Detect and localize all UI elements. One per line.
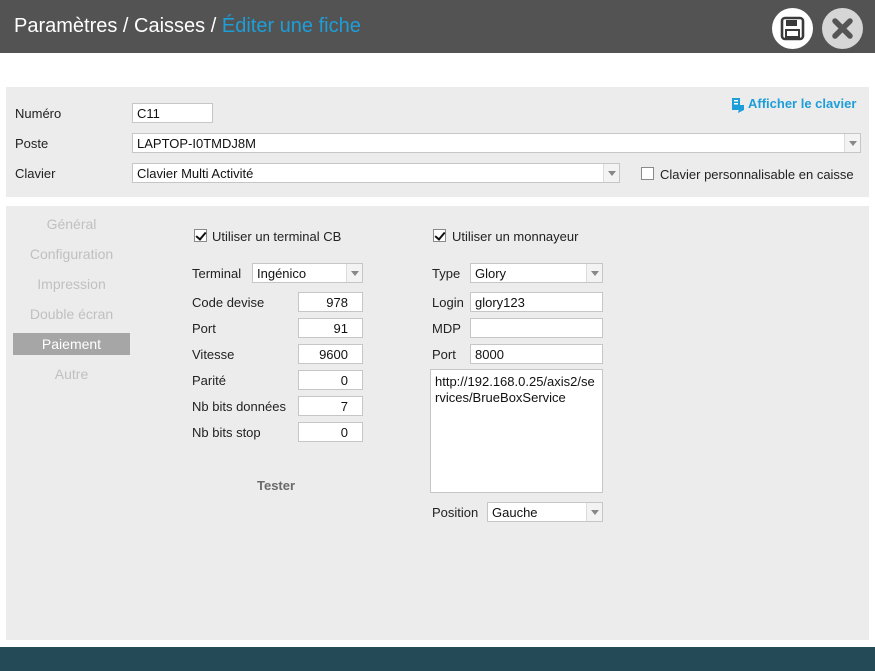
code-devise-label: Code devise xyxy=(192,295,265,310)
breadcrumb-current: Éditer une fiche xyxy=(221,15,361,37)
use-cash-changer-label: Utiliser un monnayeur xyxy=(452,229,579,244)
footer-bar xyxy=(0,647,875,671)
tester-button[interactable]: Tester xyxy=(257,478,295,493)
poste-select[interactable]: LAPTOP-I0TMDJ8M xyxy=(132,133,861,153)
title-bar: Paramètres / Caisses / Éditer une fiche xyxy=(0,0,875,53)
nav-item-general[interactable]: Général xyxy=(13,213,130,235)
position-value: Gauche xyxy=(492,505,538,520)
custom-keyboard-label: Clavier personnalisable en caisse xyxy=(660,167,854,182)
close-x-icon xyxy=(832,18,853,39)
terminal-label: Terminal xyxy=(192,266,242,281)
nav-item-double-ecran[interactable]: Double écran xyxy=(13,303,130,325)
chevron-down-icon xyxy=(844,134,860,152)
use-card-terminal-label: Utiliser un terminal CB xyxy=(212,229,342,244)
clavier-label: Clavier xyxy=(15,166,56,181)
nb-bits-stop-input[interactable]: 0 xyxy=(298,422,363,442)
mdp-label: MDP xyxy=(432,321,461,336)
terminal-value: Ingénico xyxy=(257,266,307,281)
login-label: Login xyxy=(432,295,464,310)
nav-item-impression[interactable]: Impression xyxy=(13,273,130,295)
terminal-select[interactable]: Ingénico xyxy=(252,263,363,283)
breadcrumb-separator: / xyxy=(117,15,135,37)
clavier-select[interactable]: Clavier Multi Activité xyxy=(132,163,620,183)
poste-label: Poste xyxy=(15,136,49,151)
nb-bits-donnees-input[interactable]: 7 xyxy=(298,396,363,416)
custom-keyboard-checkbox[interactable] xyxy=(641,167,654,180)
card-port-input[interactable]: 91 xyxy=(298,318,363,338)
nb-bits-donnees-label: Nb bits données xyxy=(192,399,286,414)
type-select[interactable]: Glory xyxy=(470,263,603,283)
vitesse-input[interactable]: 9600 xyxy=(298,344,363,364)
parite-label: Parité xyxy=(192,373,226,388)
poste-value: LAPTOP-I0TMDJ8M xyxy=(137,136,256,151)
numero-label: Numéro xyxy=(15,106,62,121)
use-cash-changer-checkbox[interactable] xyxy=(433,229,446,242)
login-input[interactable]: glory123 xyxy=(470,292,603,312)
chevron-down-icon xyxy=(603,164,619,182)
position-label: Position xyxy=(432,505,479,520)
keyboard-doc-icon xyxy=(732,98,744,113)
clavier-value: Clavier Multi Activité xyxy=(137,166,254,181)
service-url-textarea[interactable]: http://192.168.0.25/axis2/services/BrueB… xyxy=(430,369,603,493)
cash-port-input[interactable]: 8000 xyxy=(470,344,603,364)
use-card-terminal-checkbox[interactable] xyxy=(194,229,207,242)
show-keyboard-label: Afficher le clavier xyxy=(748,96,857,111)
breadcrumb-caisses[interactable]: Caisses xyxy=(134,15,205,37)
save-button[interactable] xyxy=(772,8,813,49)
cash-port-label: Port xyxy=(432,347,456,362)
nb-bits-stop-label: Nb bits stop xyxy=(192,425,261,440)
code-devise-input[interactable]: 978 xyxy=(298,292,363,312)
chevron-down-icon xyxy=(346,264,362,282)
card-port-label: Port xyxy=(192,321,216,336)
floppy-disk-icon xyxy=(780,16,805,41)
chevron-down-icon xyxy=(586,264,602,282)
breadcrumb: Paramètres / Caisses / Éditer une fiche xyxy=(14,15,361,38)
nav-item-configuration[interactable]: Configuration xyxy=(13,243,130,265)
nav-item-paiement[interactable]: Paiement xyxy=(13,333,130,355)
numero-input[interactable]: C11 xyxy=(132,103,213,123)
breadcrumb-parametres[interactable]: Paramètres xyxy=(14,15,117,37)
close-button[interactable] xyxy=(822,8,863,49)
nav-item-autre[interactable]: Autre xyxy=(13,363,130,385)
type-value: Glory xyxy=(475,266,507,281)
position-select[interactable]: Gauche xyxy=(487,502,603,522)
mdp-input[interactable] xyxy=(470,318,603,338)
breadcrumb-separator: / xyxy=(205,15,222,37)
type-label: Type xyxy=(432,266,461,281)
parite-input[interactable]: 0 xyxy=(298,370,363,390)
chevron-down-icon xyxy=(586,503,602,521)
vitesse-label: Vitesse xyxy=(192,347,235,362)
